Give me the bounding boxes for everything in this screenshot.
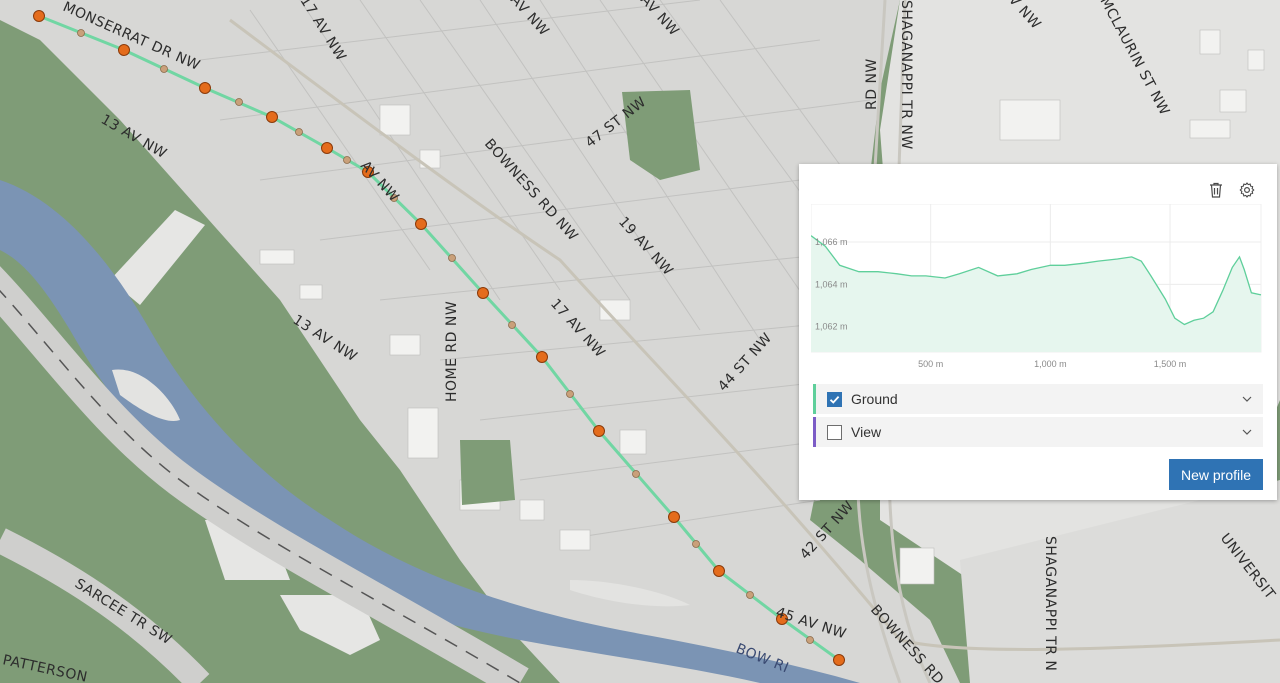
profile-vertex [118, 44, 130, 56]
profile-midpoint [806, 636, 814, 644]
street-label: RD NW [864, 58, 880, 110]
chevron-down-icon[interactable] [1241, 426, 1253, 438]
profile-line-ground[interactable]: Ground [813, 384, 1263, 414]
ground-label: Ground [851, 391, 898, 407]
view-color-bar [813, 417, 816, 447]
street-label: SHAGANAPPI TR N [1042, 536, 1058, 671]
profile-vertex [199, 82, 211, 94]
chevron-down-icon[interactable] [1241, 393, 1253, 405]
street-label: SHAGANAPPI TR NW [898, 0, 914, 150]
ground-color-bar [813, 384, 816, 414]
profile-midpoint [160, 65, 168, 73]
profile-midpoint [77, 29, 85, 37]
profile-midpoint [566, 390, 574, 398]
profile-vertex [833, 654, 845, 666]
profile-midpoint [508, 321, 516, 329]
y-tick-label: 1,062 m [815, 322, 848, 332]
profile-midpoint [295, 128, 303, 136]
profile-midpoint [235, 98, 243, 106]
profile-midpoint [632, 470, 640, 478]
x-tick-label: 1,500 m [1154, 359, 1187, 369]
profile-vertex [593, 425, 605, 437]
profile-vertex [321, 142, 333, 154]
profile-midpoint [343, 156, 351, 164]
trash-icon [1210, 182, 1222, 198]
profile-midpoint [448, 254, 456, 262]
profile-vertex [415, 218, 427, 230]
profile-vertex [33, 10, 45, 22]
y-tick-label: 1,064 m [815, 279, 848, 289]
profile-midpoint [746, 591, 754, 599]
x-tick-label: 500 m [918, 359, 943, 369]
checkmark-icon [829, 395, 840, 404]
elevation-chart[interactable]: 1,066 m 1,064 m 1,062 m 500 m 1,000 m 1,500 … [811, 204, 1265, 374]
profile-vertex [668, 511, 680, 523]
x-tick-label: 1,000 m [1034, 359, 1067, 369]
profile-vertex [536, 351, 548, 363]
view-checkbox[interactable] [827, 424, 842, 440]
street-label: HOME RD NW [444, 301, 460, 402]
x-axis-labels: 500 m 1,000 m 1,500 m [918, 359, 1186, 369]
gear-icon [1239, 182, 1255, 198]
view-label: View [851, 424, 882, 440]
profile-vertex [266, 111, 278, 123]
ground-checkbox[interactable] [827, 391, 842, 407]
profile-line-view[interactable]: View [813, 417, 1263, 447]
settings-button[interactable] [1235, 178, 1259, 202]
profile-vertex [713, 565, 725, 577]
y-tick-label: 1,066 m [815, 237, 848, 247]
profile-midpoint [692, 540, 700, 548]
elevation-profile-panel: 1,066 m 1,064 m 1,062 m 500 m 1,000 m 1,500 … [799, 164, 1277, 500]
profile-vertex [477, 287, 489, 299]
delete-profile-button[interactable] [1204, 178, 1228, 202]
new-profile-button[interactable]: New profile [1169, 459, 1263, 490]
park-patch-2 [460, 440, 515, 505]
